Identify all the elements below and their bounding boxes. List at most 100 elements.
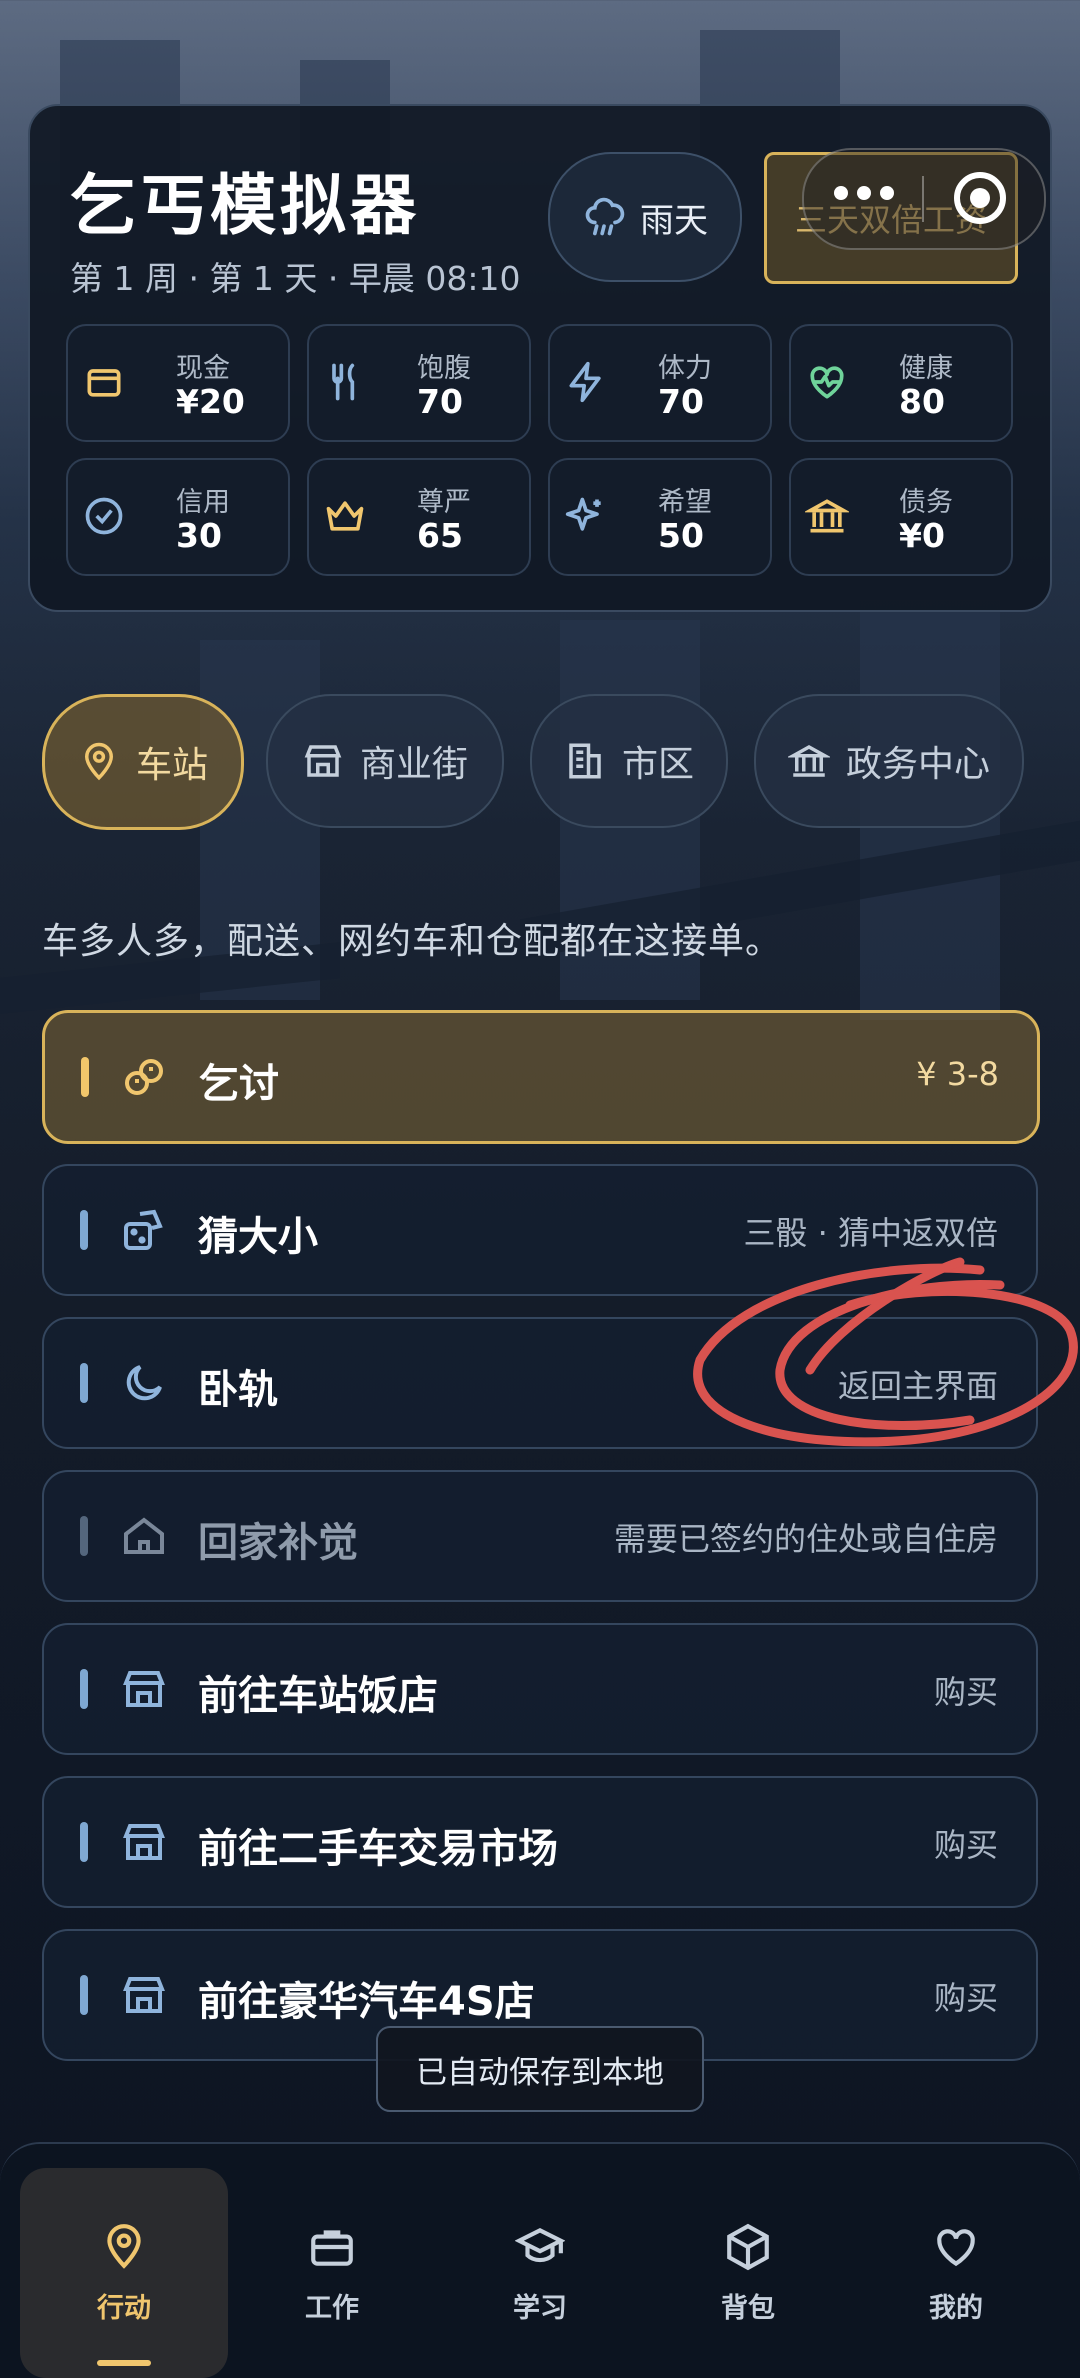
status-card: 乞丐模拟器 第 1 周 · 第 1 天 · 早晨 08:10 雨天 三天双倍工资… <box>28 104 1052 612</box>
app-title: 乞丐模拟器 <box>70 167 420 244</box>
stat-value: 30 <box>176 516 222 555</box>
stat-value: 80 <box>899 382 945 421</box>
action-beg[interactable]: 乞讨 ¥ 3-8 <box>42 1010 1040 1144</box>
nav-backpack[interactable]: 背包 <box>644 2168 852 2378</box>
bank-icon <box>805 499 849 533</box>
nav-label: 学习 <box>513 2293 567 2324</box>
heart-pulse-icon <box>810 366 844 399</box>
graduation-cap-icon <box>515 2228 565 2263</box>
home-icon <box>124 1517 164 1554</box>
cloud-rain-icon <box>585 197 625 236</box>
badge-check-icon <box>85 497 123 535</box>
stat-label: 饱腹 <box>417 353 471 384</box>
location-tabs: 车站 商业街 市区 政务中心 <box>42 694 1080 830</box>
briefcase-icon <box>311 2230 353 2266</box>
tab-station[interactable]: 车站 <box>42 694 244 830</box>
stat-value: ¥0 <box>899 516 945 555</box>
action-note: ¥ 3-8 <box>916 1055 999 1093</box>
stat-satiety: 饱腹 70 <box>307 324 531 442</box>
action-used-car-market[interactable]: 前往二手车交易市场 购买 <box>42 1776 1038 1908</box>
stat-label: 希望 <box>658 487 712 518</box>
action-note: 返回主界面 <box>837 1367 998 1405</box>
stat-label: 尊严 <box>417 487 471 518</box>
stat-value: 70 <box>417 382 463 421</box>
accent-bar <box>80 1669 88 1709</box>
nav-work[interactable]: 工作 <box>228 2168 436 2378</box>
action-name: 前往车站饭店 <box>198 1673 438 1719</box>
nav-action[interactable]: 行动 <box>20 2168 228 2378</box>
stat-hope: 希望 50 <box>548 458 772 576</box>
stat-label: 体力 <box>658 353 712 384</box>
miniprogram-capsule[interactable] <box>802 148 1046 250</box>
action-name: 前往豪华汽车4S店 <box>198 1979 535 2025</box>
action-station-restaurant[interactable]: 前往车站饭店 购买 <box>42 1623 1038 1755</box>
weather-label: 雨天 <box>640 200 708 241</box>
more-icon[interactable] <box>834 186 894 200</box>
close-target-icon[interactable] <box>954 172 1006 224</box>
moon-icon <box>126 1365 162 1401</box>
stat-cash: 现金 ¥20 <box>66 324 290 442</box>
dice-icon <box>124 1209 163 1250</box>
heart-icon <box>937 2229 975 2267</box>
nav-label: 我的 <box>929 2293 983 2324</box>
tab-label: 政务中心 <box>845 744 990 785</box>
utensils-icon <box>332 363 355 401</box>
map-pin-icon <box>84 742 113 781</box>
sparkle-icon <box>565 497 601 531</box>
action-note: 购买 <box>933 1673 998 1711</box>
stat-dignity: 尊严 65 <box>307 458 531 576</box>
stat-credit: 信用 30 <box>66 458 290 576</box>
game-time: 第 1 周 · 第 1 天 · 早晨 08:10 <box>70 259 521 298</box>
stat-label: 债务 <box>899 487 953 518</box>
action-go-home-sleep[interactable]: 回家补觉 需要已签约的住处或自住房 <box>42 1470 1038 1602</box>
stat-value: 50 <box>658 516 704 555</box>
accent-bar <box>80 1516 88 1556</box>
active-indicator <box>97 2360 151 2366</box>
action-name: 卧轨 <box>198 1367 278 1413</box>
nav-label: 行动 <box>97 2293 151 2324</box>
map-pin-icon <box>107 2224 141 2269</box>
wallet-icon <box>87 369 121 397</box>
tab-government-center[interactable]: 政务中心 <box>754 694 1024 828</box>
stat-value: 65 <box>417 516 463 555</box>
stat-stamina: 体力 70 <box>548 324 772 442</box>
bottom-nav: 行动 工作 学习 背包 我的 <box>0 2142 1080 2378</box>
crown-icon <box>326 501 364 531</box>
accent-bar <box>80 1822 88 1862</box>
building-icon <box>569 743 601 779</box>
store-icon <box>123 1824 165 1860</box>
tab-commercial-street[interactable]: 商业街 <box>266 694 504 828</box>
stats-grid: 现金 ¥20 饱腹 70 体力 70 健康 80 信用 30 尊严 65 希望 … <box>66 324 1024 576</box>
action-guess-size[interactable]: 猜大小 三骰 · 猜中返双倍 <box>42 1164 1038 1296</box>
government-icon <box>787 744 830 777</box>
nav-study[interactable]: 学习 <box>436 2168 644 2378</box>
accent-bar <box>80 1975 88 2015</box>
tab-label: 市区 <box>621 744 694 785</box>
tab-downtown[interactable]: 市区 <box>530 694 728 828</box>
stat-health: 健康 80 <box>789 324 1013 442</box>
location-description: 车多人多，配送、网约车和仓配都在这接单。 <box>42 921 783 962</box>
accent-bar <box>80 1210 88 1250</box>
nav-me[interactable]: 我的 <box>852 2168 1060 2378</box>
coins-icon <box>125 1059 163 1095</box>
capsule-divider <box>922 176 924 222</box>
store-icon <box>123 1671 165 1707</box>
action-note: 购买 <box>933 1826 998 1864</box>
action-name: 乞讨 <box>199 1061 279 1107</box>
stat-label: 现金 <box>176 353 230 384</box>
nav-label: 工作 <box>305 2293 359 2324</box>
action-note: 需要已签约的住处或自住房 <box>613 1520 998 1558</box>
stat-label: 健康 <box>899 353 953 384</box>
package-icon <box>727 2223 769 2271</box>
nav-label: 背包 <box>721 2293 775 2324</box>
tab-label: 车站 <box>135 745 208 786</box>
stat-value: 70 <box>658 382 704 421</box>
accent-bar <box>81 1057 89 1097</box>
weather-button[interactable]: 雨天 <box>548 152 742 282</box>
autosave-toast: 已自动保存到本地 <box>376 2026 704 2112</box>
stat-debt: 债务 ¥0 <box>789 458 1013 576</box>
accent-bar <box>80 1363 88 1403</box>
action-lie-on-rail[interactable]: 卧轨 返回主界面 <box>42 1317 1038 1449</box>
action-name: 猜大小 <box>198 1214 318 1260</box>
store-icon <box>123 1977 165 2013</box>
